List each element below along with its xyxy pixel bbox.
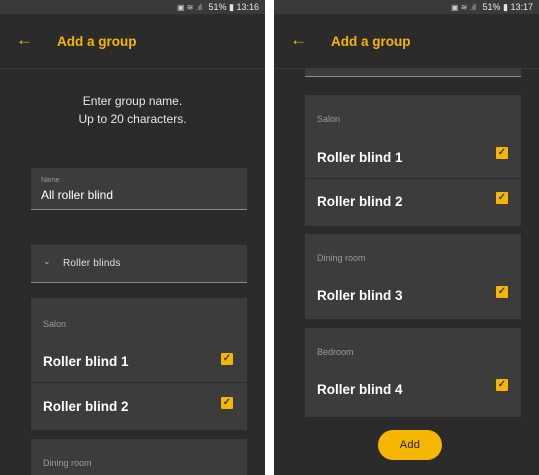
group-label: Dining room (43, 458, 92, 468)
status-bar: ▣ ≋ .ıl 51% ▮ 13:17 (274, 0, 539, 14)
dropdown-label: Roller blinds (63, 258, 121, 269)
item-label: Roller blind 1 (43, 354, 129, 369)
arrow-left-icon[interactable]: ← (16, 31, 33, 49)
group-card-dining-room: Dining room Roller blind 3 ✓ (305, 234, 521, 319)
battery-text: 51% (482, 2, 501, 12)
dropdown-remnant (305, 68, 521, 77)
group-card-bedroom: Bedroom Roller blind 4 ✓ (305, 328, 521, 417)
checkbox-checked-icon[interactable]: ✓ (221, 353, 233, 365)
status-icons: ▣ ≋ .ıl (451, 3, 476, 12)
group-card-salon: Salon Roller blind 1 ✓ Roller blind 2 ✓ (31, 298, 247, 430)
category-dropdown[interactable]: ⌄ Roller blinds (31, 245, 247, 283)
page-title: Add a group (57, 34, 137, 49)
item-label: Roller blind 3 (317, 288, 403, 303)
group-label: Dining room (317, 253, 366, 263)
hint-line-2: Up to 20 characters. (78, 112, 187, 126)
name-value[interactable]: All roller blind (41, 188, 113, 202)
item-label: Roller blind 2 (317, 194, 403, 209)
battery-icon: ▮ (229, 2, 234, 12)
battery-icon: ▮ (503, 2, 508, 12)
checkbox-checked-icon[interactable]: ✓ (221, 397, 233, 409)
group-label: Bedroom (317, 347, 354, 357)
time-text: 13:17 (510, 2, 533, 12)
app-bar: ← Add a group (274, 14, 539, 69)
divider (305, 178, 521, 179)
divider (31, 382, 247, 383)
page-title: Add a group (331, 34, 411, 49)
group-card-salon: Salon Roller blind 1 ✓ Roller blind 2 ✓ (305, 95, 521, 226)
checkbox-checked-icon[interactable]: ✓ (496, 147, 508, 159)
battery-text: 51% (208, 2, 227, 12)
status-icons: ▣ ≋ .ıl (177, 3, 202, 12)
group-label: Salon (43, 319, 67, 329)
chevron-down-icon: ⌄ (43, 256, 51, 266)
item-label: Roller blind 1 (317, 150, 403, 165)
group-label: Salon (317, 114, 341, 124)
status-bar: ▣ ≋ .ıl 51% ▮ 13:16 (0, 0, 265, 14)
checkbox-checked-icon[interactable]: ✓ (496, 379, 508, 391)
group-card-dining-room: Dining room (31, 439, 247, 475)
item-label: Roller blind 4 (317, 382, 403, 397)
group-name-field[interactable]: Name All roller blind (31, 168, 247, 210)
right-screen: ▣ ≋ .ıl 51% ▮ 13:17 ← Add a group Salon … (274, 0, 539, 475)
name-label: Name (41, 177, 60, 184)
item-label: Roller blind 2 (43, 399, 129, 414)
add-button[interactable]: Add (378, 430, 442, 460)
checkbox-checked-icon[interactable]: ✓ (496, 286, 508, 298)
left-screen: ▣ ≋ .ıl 51% ▮ 13:16 ← Add a group Enter … (0, 0, 265, 475)
hint-line-1: Enter group name. (82, 94, 183, 108)
app-bar: ← Add a group (0, 14, 265, 69)
arrow-left-icon[interactable]: ← (290, 31, 307, 49)
checkbox-checked-icon[interactable]: ✓ (496, 192, 508, 204)
time-text: 13:16 (236, 2, 259, 12)
